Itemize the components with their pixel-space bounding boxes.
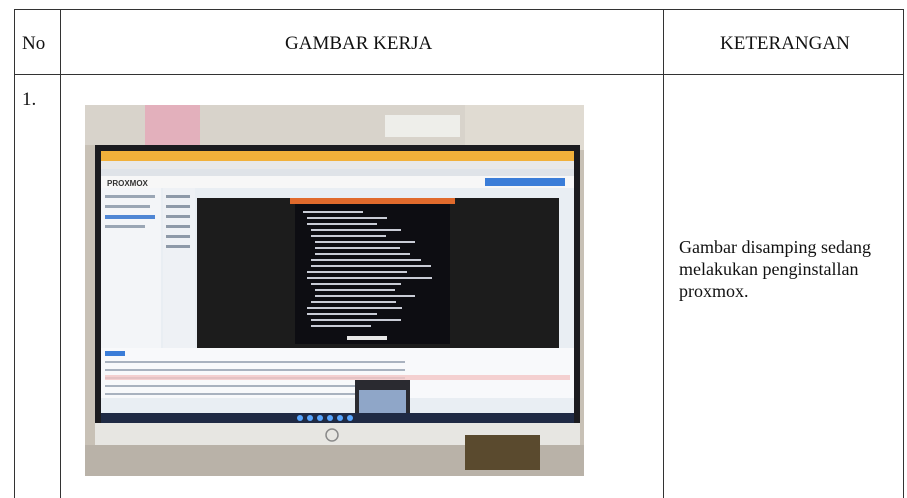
- row-number: 1.: [22, 89, 37, 110]
- header-divider: [15, 74, 903, 75]
- header-keterangan: KETERANGAN: [720, 33, 850, 54]
- col-divider-1: [60, 10, 61, 498]
- worksheet-table: No GAMBAR KERJA KETERANGAN 1. PROXMOX Ga…: [14, 9, 904, 498]
- proxmox-logo-text: PROXMOX: [107, 179, 149, 188]
- header-gambar-kerja: GAMBAR KERJA: [285, 33, 433, 54]
- col-divider-2: [663, 10, 664, 498]
- work-photo: PROXMOX: [85, 105, 584, 476]
- header-no: No: [22, 33, 46, 54]
- row-description: Gambar disamping sedang melakukan pengin…: [679, 237, 871, 301]
- monitor-photo-illustration: PROXMOX: [85, 105, 584, 476]
